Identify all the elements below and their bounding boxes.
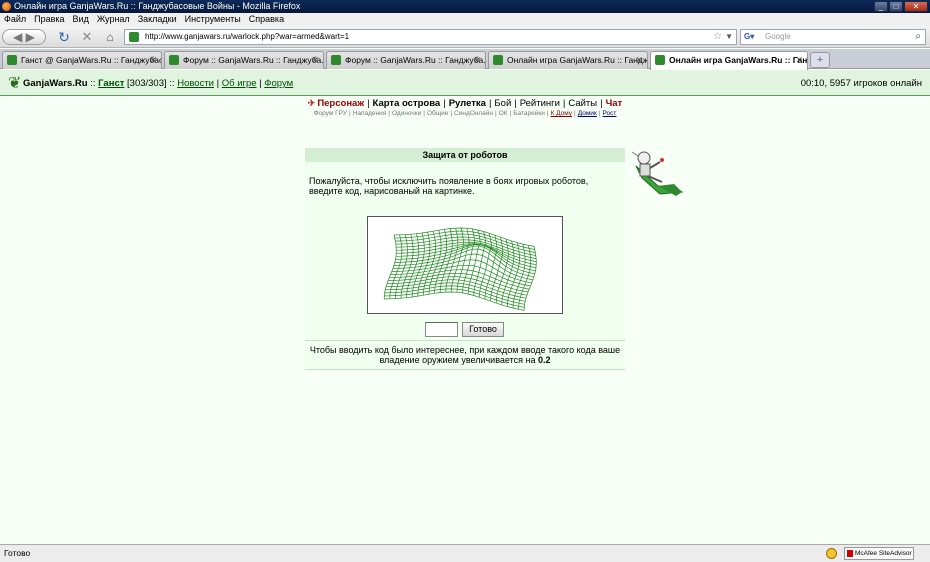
note-value: 0.2	[538, 355, 551, 365]
menu-view[interactable]: Вид	[73, 13, 89, 26]
divider	[305, 340, 625, 341]
captcha-code-input[interactable]	[425, 322, 458, 337]
online-status: 00:10, 5957 игроков онлайн	[800, 78, 922, 89]
user-link[interactable]: Ганст	[98, 78, 124, 89]
nav-ratings[interactable]: Рейтинги	[520, 98, 560, 109]
tab-favicon	[655, 55, 665, 65]
panel-title: Защита от роботов	[305, 148, 625, 162]
user-hp: [303/303]	[127, 78, 167, 89]
sub-navigation: Форум ГРУ | Нападения | Одиночки | Общие | СиндО…	[313, 110, 617, 117]
sub-to-home[interactable]: К Дому	[551, 110, 572, 117]
new-tab-button[interactable]: +	[810, 52, 830, 68]
robot-protection-panel: Защита от роботов Пожалуйста, чтобы искл…	[305, 148, 625, 370]
ganjawars-logo-icon[interactable]: ❦	[8, 73, 21, 93]
window-controls: _ □ ✕	[874, 1, 928, 12]
bookmark-star-icon[interactable]: ☆	[713, 30, 722, 44]
captcha-mesh-icon	[383, 227, 537, 311]
tab-close-icon[interactable]: ✕	[635, 52, 643, 68]
panel-note: Чтобы вводить код было интереснее, при к…	[309, 345, 621, 365]
tab-favicon	[7, 55, 17, 65]
note-text: Чтобы вводить код было интереснее, при к…	[309, 345, 621, 365]
nav-sites[interactable]: Сайты	[568, 98, 597, 109]
tab-label: Ганст @ GanjaWars.Ru :: Ганджубас...	[21, 55, 162, 65]
sub-house[interactable]: Домик	[578, 110, 597, 117]
url-text: http://www.ganjawars.ru/warlock.php?war=…	[145, 32, 350, 41]
search-icon[interactable]: ⌕	[915, 30, 921, 44]
sub-attacks[interactable]: Нападения	[353, 110, 387, 117]
status-bar: Готово McAfee SiteAdvisor	[0, 544, 930, 562]
nav-chat[interactable]: Чат	[606, 98, 623, 109]
news-link[interactable]: Новости	[177, 78, 214, 89]
menu-file[interactable]: Файл	[4, 13, 26, 26]
menu-bookmarks[interactable]: Закладки	[138, 13, 177, 26]
rocket-icon: ✈	[307, 98, 316, 108]
sub-ok[interactable]: ОК	[499, 110, 508, 117]
tab-3[interactable]: Форум :: GanjaWars.Ru :: Ганджуба... ✕	[326, 51, 486, 69]
url-dropdown-icon[interactable]: ▼	[725, 30, 733, 44]
reload-icon[interactable]: ↻	[55, 29, 73, 45]
forum-link[interactable]: Форум	[264, 78, 293, 89]
tab-1[interactable]: Ганст @ GanjaWars.Ru :: Ганджубас... ✕	[2, 51, 162, 69]
tab-label: Форум :: GanjaWars.Ru :: Ганджуба...	[183, 55, 324, 65]
nav-battle[interactable]: Бой	[494, 98, 511, 109]
window-title: Онлайн игра GanjaWars.Ru :: Ганджубасовы…	[14, 1, 301, 11]
tab-favicon	[331, 55, 341, 65]
sub-solo[interactable]: Одиночки	[392, 110, 421, 117]
stop-icon[interactable]: ✕	[78, 29, 96, 45]
about-link[interactable]: Об игре	[222, 78, 257, 89]
tab-favicon	[493, 55, 503, 65]
window-titlebar: Онлайн игра GanjaWars.Ru :: Ганджубасовы…	[0, 0, 930, 13]
address-bar[interactable]: http://www.ganjawars.ru/warlock.php?war=…	[124, 29, 737, 45]
sub-synd-online[interactable]: СиндОнлайн	[454, 110, 493, 117]
sub-growth[interactable]: Рост	[603, 110, 617, 117]
tab-close-icon[interactable]: ✕	[311, 52, 319, 68]
maximize-button[interactable]: □	[889, 1, 903, 12]
tab-4[interactable]: Онлайн игра GanjaWars.Ru :: Гандж... ✕	[488, 51, 648, 69]
tab-close-icon[interactable]: ✕	[473, 52, 481, 68]
status-text: Готово	[4, 548, 31, 558]
search-box[interactable]: G▾ Google ⌕	[740, 29, 926, 45]
minimize-button[interactable]: _	[874, 1, 888, 12]
menu-edit[interactable]: Правка	[34, 13, 64, 26]
tab-label: Онлайн игра GanjaWars.Ru :: Гандж...	[507, 55, 648, 65]
tab-label: Форум :: GanjaWars.Ru :: Ганджуба...	[345, 55, 486, 65]
menu-history[interactable]: Журнал	[97, 13, 130, 26]
navigation-toolbar: ◀ ▶ ↻ ✕ ⌂ http://www.ganjawars.ru/warloc…	[0, 26, 930, 48]
sub-general[interactable]: Общие	[427, 110, 448, 117]
tab-5-active[interactable]: Онлайн игра GanjaWars.Ru :: Ган... ✕	[650, 51, 808, 70]
tab-label: Онлайн игра GanjaWars.Ru :: Ган...	[669, 55, 808, 65]
firefox-icon	[2, 2, 11, 11]
close-window-button[interactable]: ✕	[904, 1, 928, 12]
site-header: ❦ GanjaWars.Ru :: Ганст [303/303] :: Нов…	[0, 70, 930, 96]
menu-tools[interactable]: Инструменты	[185, 13, 241, 26]
menu-bar: Файл Правка Вид Журнал Закладки Инструме…	[0, 13, 930, 26]
tab-bar: Ганст @ GanjaWars.Ru :: Ганджубас... ✕ Ф…	[0, 49, 930, 70]
panel-message: Пожалуйста, чтобы исключить появление в …	[309, 176, 589, 196]
header-sep: ::	[90, 78, 96, 89]
submit-button[interactable]: Готово	[462, 322, 504, 337]
mcafee-siteadvisor-badge[interactable]: McAfee SiteAdvisor	[844, 547, 914, 560]
site-name: GanjaWars.Ru	[23, 78, 88, 89]
tab-close-icon[interactable]: ✕	[149, 52, 157, 68]
nav-roulette[interactable]: Рулетка	[449, 98, 486, 109]
site-favicon	[129, 32, 139, 42]
tab-favicon	[169, 55, 179, 65]
back-forward-button[interactable]: ◀ ▶	[2, 29, 46, 45]
divider	[305, 369, 625, 370]
home-icon[interactable]: ⌂	[100, 29, 120, 45]
search-placeholder: Google	[765, 32, 791, 41]
sub-batteries[interactable]: Батарейки	[513, 110, 545, 117]
menu-help[interactable]: Справка	[249, 13, 284, 26]
tab-close-icon[interactable]: ✕	[795, 52, 803, 68]
nav-character[interactable]: Персонаж	[317, 98, 364, 109]
tab-2[interactable]: Форум :: GanjaWars.Ru :: Ганджуба... ✕	[164, 51, 324, 69]
captcha-image	[367, 216, 563, 314]
google-icon[interactable]: G▾	[744, 32, 760, 42]
header-sep: ::	[169, 78, 175, 89]
smiley-addon-icon[interactable]	[826, 548, 837, 559]
sub-forum-gru[interactable]: Форум ГРУ	[314, 110, 347, 117]
robot-mascot-icon	[631, 151, 684, 196]
header-line: GanjaWars.Ru :: Ганст [303/303] :: Новос…	[23, 78, 294, 89]
nav-island-map[interactable]: Карта острова	[373, 98, 441, 109]
